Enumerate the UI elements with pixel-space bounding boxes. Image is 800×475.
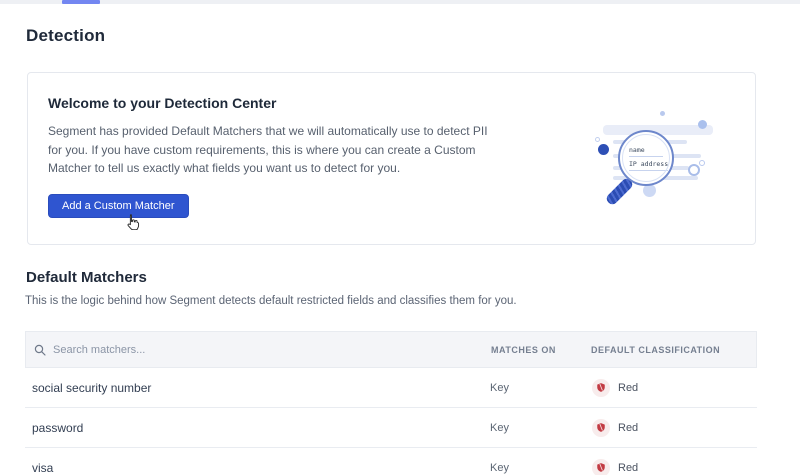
table-body: social security number Key Red password … — [25, 368, 757, 475]
column-header-default-classification: Default classification — [591, 345, 756, 355]
search-input[interactable] — [53, 344, 373, 356]
red-shield-icon — [592, 379, 610, 397]
detection-illustration: name IP address — [579, 87, 759, 232]
classification-cell: Red — [590, 459, 757, 475]
decor-dot-small — [660, 111, 665, 116]
magnified-field-name: name — [629, 146, 663, 157]
matches-on-value: Key — [490, 382, 590, 394]
tab-bar — [0, 0, 800, 4]
classification-label: Red — [618, 382, 638, 394]
table-row[interactable]: social security number Key Red — [25, 368, 757, 408]
matches-on-value: Key — [490, 462, 590, 474]
matcher-name: password — [25, 421, 490, 435]
red-shield-icon — [592, 419, 610, 437]
decor-ring-small — [699, 160, 705, 166]
add-custom-matcher-button[interactable]: Add a Custom Matcher — [48, 194, 189, 218]
matcher-name: visa — [25, 461, 490, 475]
matchers-table: Matches on Default classification social… — [25, 331, 757, 475]
welcome-body: Segment has provided Default Matchers th… — [48, 122, 500, 178]
welcome-card: Welcome to your Detection Center Segment… — [27, 72, 756, 245]
magnifying-glass-icon: name IP address — [618, 130, 674, 186]
table-row[interactable]: visa Key Red — [25, 448, 757, 475]
classification-cell: Red — [590, 419, 757, 437]
matcher-name: social security number — [25, 381, 490, 395]
welcome-card-text: Welcome to your Detection Center Segment… — [48, 95, 508, 218]
decor-dot-large — [698, 120, 707, 129]
table-row[interactable]: password Key Red — [25, 408, 757, 448]
detection-page: Detection Welcome to your Detection Cent… — [0, 0, 800, 475]
search-icon — [34, 344, 46, 356]
table-header-row: Matches on Default classification — [25, 331, 757, 368]
magnified-field-ip: IP address — [629, 160, 668, 171]
decor-dot-dark — [598, 144, 609, 155]
page-title: Detection — [26, 26, 105, 46]
matches-on-value: Key — [490, 422, 590, 434]
active-tab-indicator[interactable] — [62, 0, 100, 4]
column-header-matches-on: Matches on — [491, 345, 591, 355]
decor-ring-big — [688, 164, 700, 176]
classification-cell: Red — [590, 379, 757, 397]
default-matchers-heading: Default Matchers — [26, 269, 147, 286]
red-shield-icon — [592, 459, 610, 475]
classification-label: Red — [618, 462, 638, 474]
default-matchers-subtitle: This is the logic behind how Segment det… — [25, 295, 517, 307]
classification-label: Red — [618, 422, 638, 434]
welcome-heading: Welcome to your Detection Center — [48, 95, 508, 111]
search-field — [26, 344, 491, 356]
decor-ring-tiny — [595, 137, 600, 142]
